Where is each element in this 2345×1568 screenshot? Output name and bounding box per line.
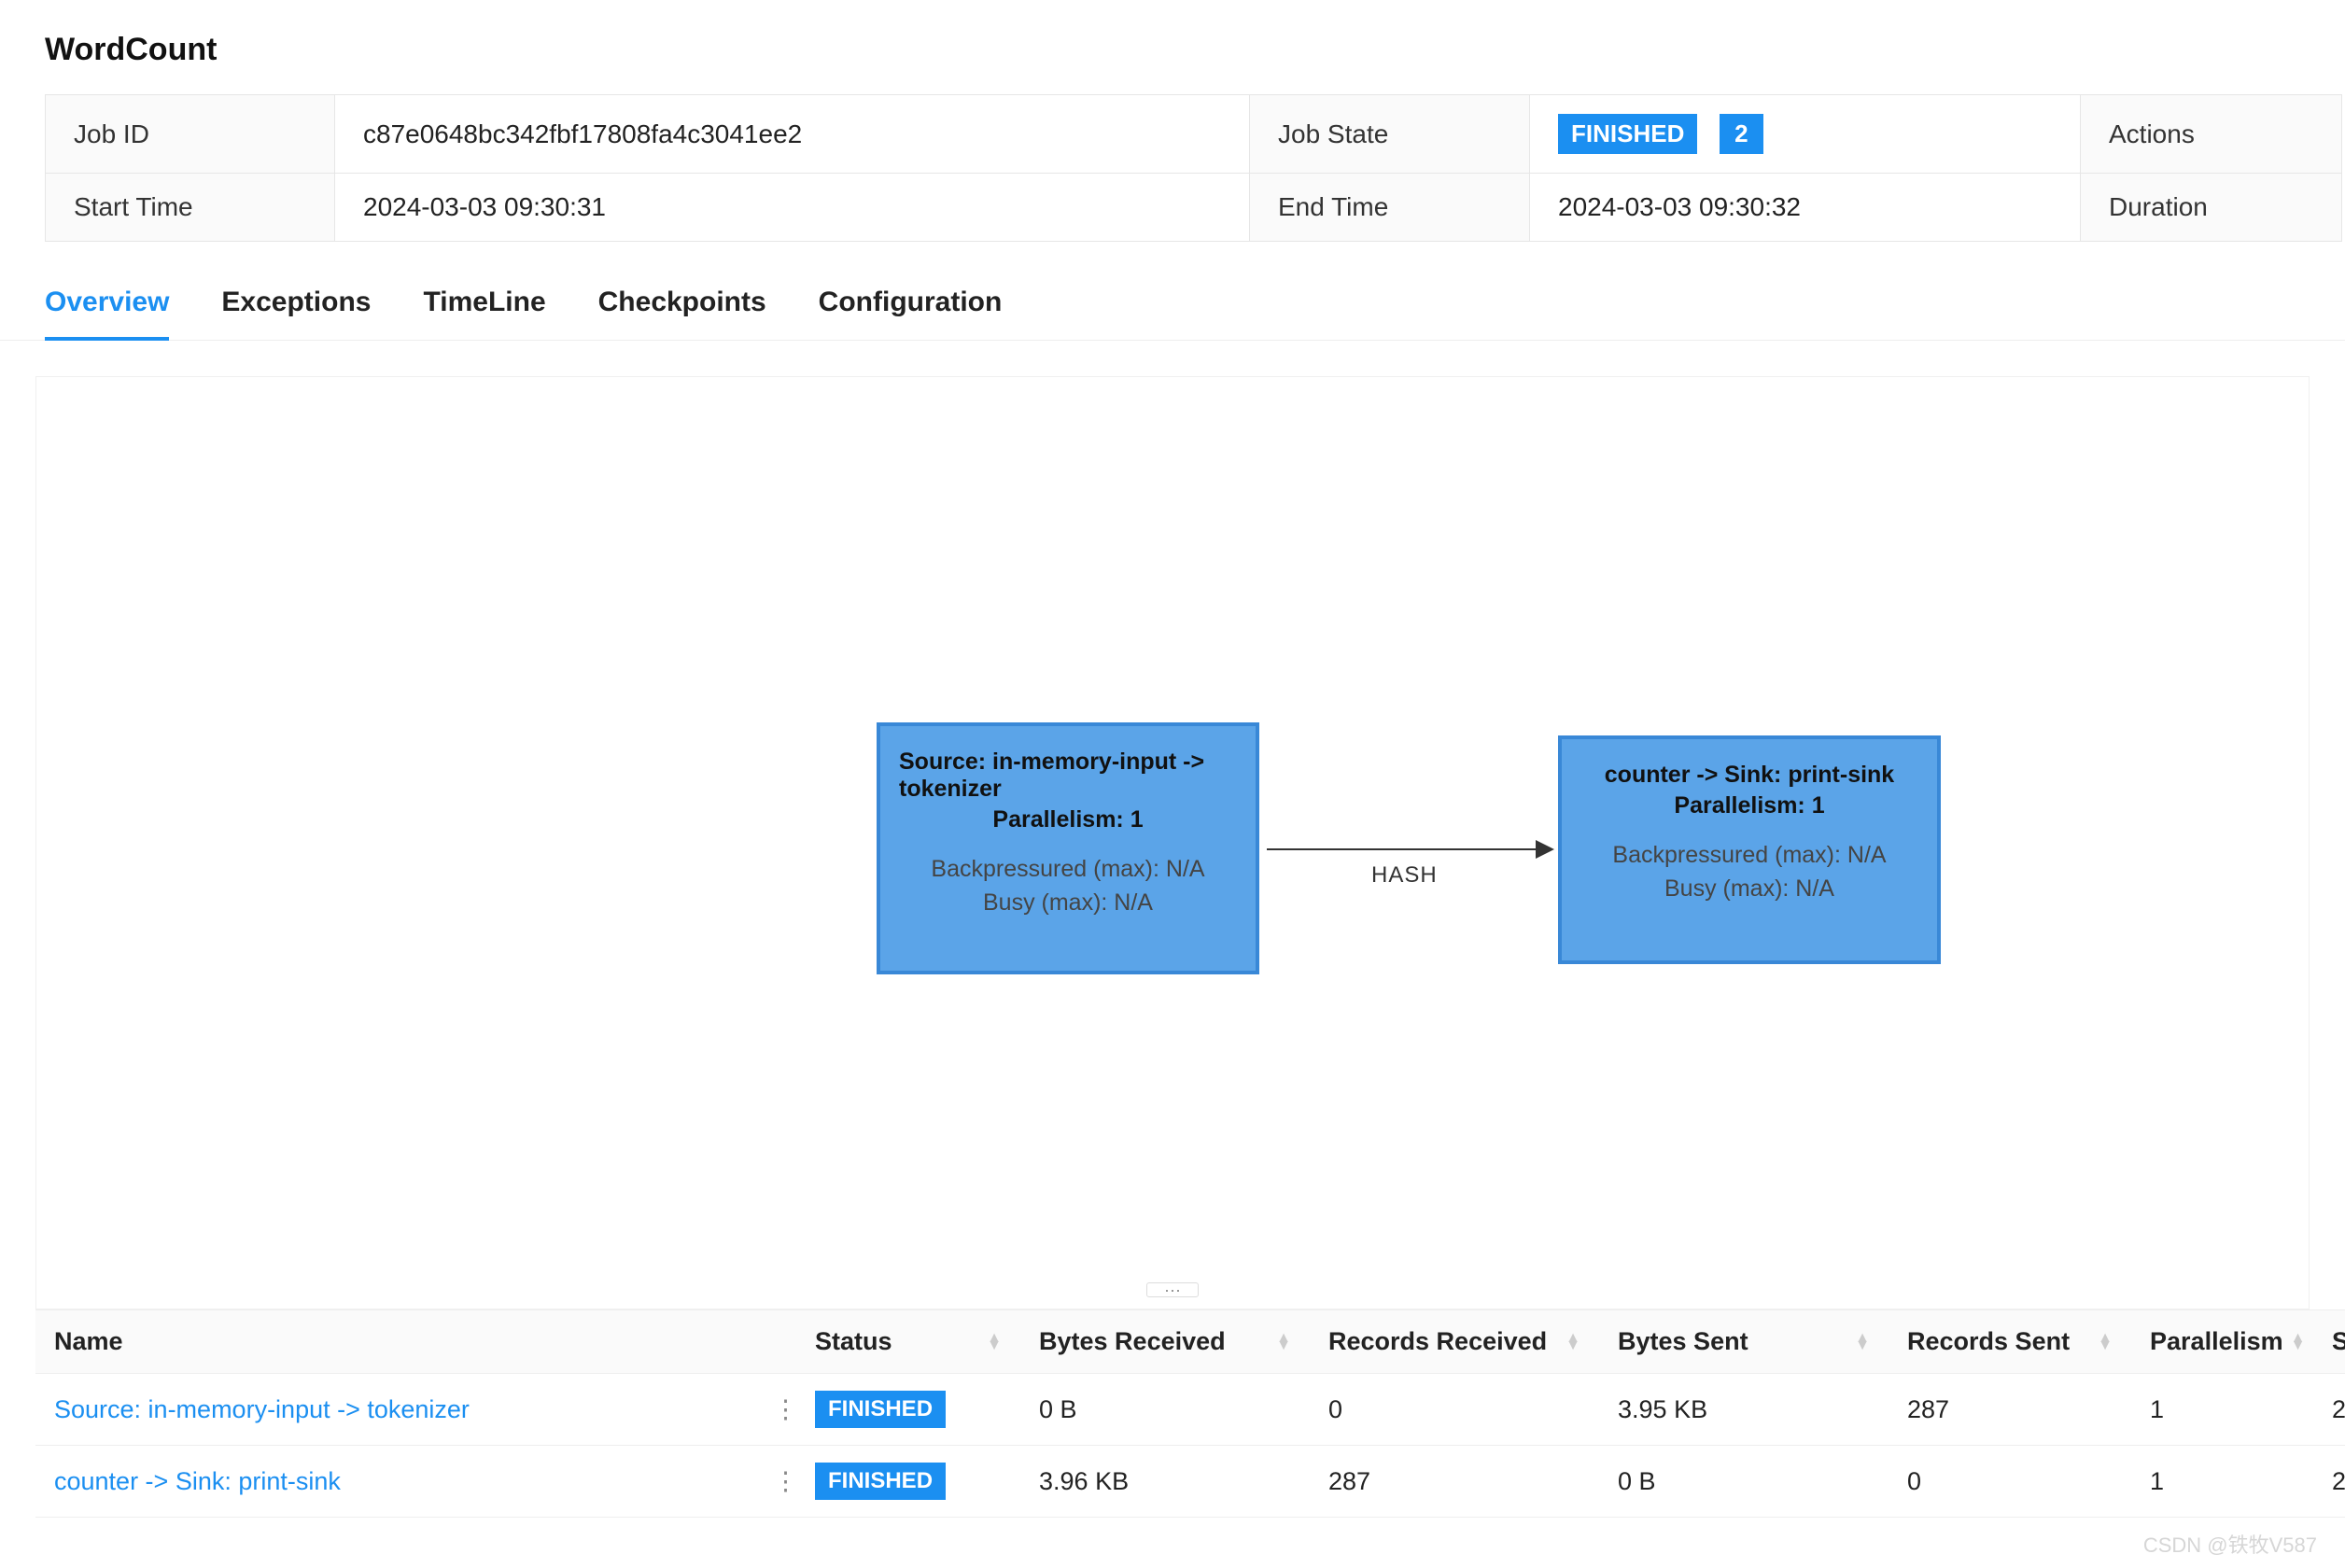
table-row[interactable]: counter -> Sink: print-sink ⋮ FINISHED 3.96… [35,1446,2345,1518]
end-time-value: 2024-03-03 09:30:32 [1530,174,2081,242]
sort-icon[interactable]: ▲▼ [1566,1335,1580,1350]
cell-bytes-received: 3.96 KB [1020,1446,1310,1518]
cell-status: FINISHED [796,1446,1020,1518]
node-metrics: Backpressured (max): N/A Busy (max): N/A [1580,838,1918,906]
graph-edge [1267,848,1552,850]
sort-icon[interactable]: ▲▼ [987,1335,1002,1350]
cell-records-received: 0 [1310,1374,1599,1446]
job-state-value: FINISHED 2 [1530,95,2081,174]
task-link[interactable]: Source: in-memory-input -> tokenizer [54,1395,470,1423]
col-parallelism-header[interactable]: Parallelism▲▼ [2131,1310,2313,1374]
status-badge: FINISHED [815,1463,946,1500]
cell-bytes-sent: 3.95 KB [1599,1374,1889,1446]
row-menu-button[interactable]: ⋮ [754,1446,796,1518]
start-time-label: Start Time [46,174,335,242]
end-time-label: End Time [1250,174,1530,242]
watermark: CSDN @铁牧V587 [2143,1529,2317,1559]
node-parallelism: Parallelism: 1 [1580,792,1918,819]
start-time-value: 2024-03-03 09:30:31 [335,174,1250,242]
cell-parallelism: 1 [2131,1374,2313,1446]
graph-node-source[interactable]: Source: in-memory-input -> tokenizer Par… [877,722,1259,974]
job-state-label: Job State [1250,95,1530,174]
sort-icon[interactable]: ▲▼ [2098,1335,2113,1350]
cell-status: FINISHED [796,1374,1020,1446]
col-status-header[interactable]: Status▲▼ [796,1310,1020,1374]
cell-name: counter -> Sink: print-sink [35,1446,754,1518]
col-bytes-received-header[interactable]: Bytes Received▲▼ [1020,1310,1310,1374]
task-table: Name Status▲▼ Bytes Received▲▼ Records R… [35,1309,2345,1518]
tab-checkpoints[interactable]: Checkpoints [598,273,766,341]
col-records-sent-header[interactable]: Records Sent▲▼ [1889,1310,2131,1374]
cell-name: Source: in-memory-input -> tokenizer [35,1374,754,1446]
job-graph-canvas[interactable]: Source: in-memory-input -> tokenizer Par… [35,376,2310,1309]
col-bytes-sent-header[interactable]: Bytes Sent▲▼ [1599,1310,1889,1374]
cell-bytes-received: 0 B [1020,1374,1310,1446]
tab-exceptions[interactable]: Exceptions [221,273,371,341]
sort-icon[interactable]: ▲▼ [2291,1335,2306,1350]
sort-icon[interactable]: ▲▼ [1276,1335,1291,1350]
dots-icon: ⋮ [773,1395,796,1423]
cell-bytes-sent: 0 B [1599,1446,1889,1518]
dots-icon: ⋮ [773,1467,796,1495]
duration-label: Duration [2081,174,2342,242]
job-info-table: Job ID c87e0648bc342fbf17808fa4c3041ee2 … [45,94,2342,242]
cell-records-received: 287 [1310,1446,1599,1518]
sort-icon[interactable]: ▲▼ [1855,1335,1870,1350]
actions-label: Actions [2081,95,2342,174]
node-metrics: Backpressured (max): N/A Busy (max): N/A [899,852,1237,920]
cell-records-sent: 0 [1889,1446,2131,1518]
table-row[interactable]: Source: in-memory-input -> tokenizer ⋮ FIN… [35,1374,2345,1446]
job-id-value: c87e0648bc342fbf17808fa4c3041ee2 [335,95,1250,174]
cell-records-sent: 287 [1889,1374,2131,1446]
cell-last: 20 [2313,1446,2345,1518]
node-parallelism: Parallelism: 1 [899,806,1237,833]
job-state-count-badge: 2 [1720,114,1762,154]
job-state-badge: FINISHED [1558,114,1697,154]
graph-node-sink[interactable]: counter -> Sink: print-sink Parallelism:… [1558,735,1941,964]
graph-edge-label: HASH [1371,862,1438,889]
page-title: WordCount [45,32,2300,68]
tabs: Overview Exceptions TimeLine Checkpoints… [0,273,2345,341]
job-id-label: Job ID [46,95,335,174]
cell-parallelism: 1 [2131,1446,2313,1518]
tab-configuration[interactable]: Configuration [819,273,1003,341]
row-menu-button[interactable]: ⋮ [754,1374,796,1446]
status-badge: FINISHED [815,1391,946,1428]
tab-overview[interactable]: Overview [45,273,169,341]
col-last-header[interactable]: St [2313,1310,2345,1374]
task-link[interactable]: counter -> Sink: print-sink [54,1467,341,1495]
tab-timeline[interactable]: TimeLine [423,273,545,341]
col-records-received-header[interactable]: Records Received▲▼ [1310,1310,1599,1374]
col-name-header[interactable]: Name [35,1310,796,1374]
cell-last: 20 [2313,1374,2345,1446]
node-title: counter -> Sink: print-sink [1580,762,1918,789]
node-title: Source: in-memory-input -> tokenizer [899,749,1237,803]
resize-handle-icon[interactable]: ··· [1146,1282,1199,1297]
